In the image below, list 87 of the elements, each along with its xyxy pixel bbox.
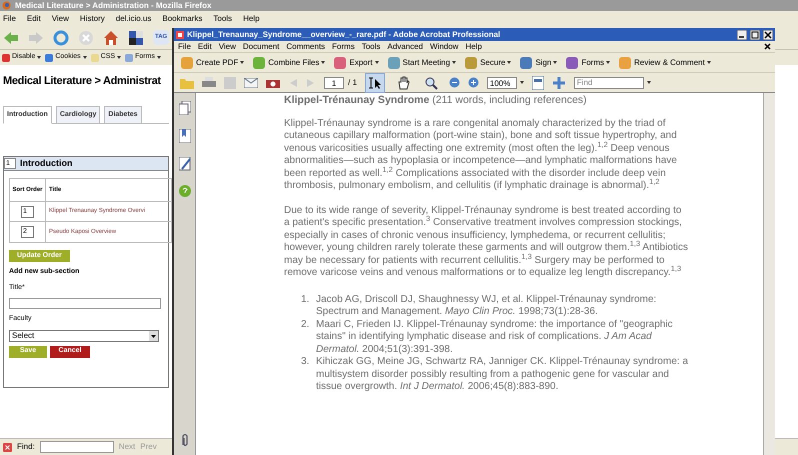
zoom-in-icon[interactable] xyxy=(468,77,479,88)
toolbar-button[interactable]: Start Meeting xyxy=(386,56,456,70)
minimize-icon[interactable] xyxy=(737,30,747,40)
faculty-select[interactable]: Select xyxy=(9,330,159,342)
menu-item[interactable]: Tools xyxy=(213,12,232,24)
caret-icon xyxy=(82,55,87,60)
menu-item[interactable]: File xyxy=(178,40,191,52)
printer-icon[interactable] xyxy=(202,76,216,88)
menu-item[interactable]: Tools xyxy=(362,40,380,52)
firefox-logo-icon xyxy=(2,1,11,10)
tool-button[interactable] xyxy=(364,72,385,92)
maximize-icon[interactable] xyxy=(750,30,760,40)
zoom-out-icon[interactable] xyxy=(448,77,460,88)
menu-item[interactable]: Help xyxy=(243,12,260,24)
toolbar-button[interactable]: Create PDF xyxy=(180,56,244,70)
menu-item[interactable]: View xyxy=(218,40,236,52)
menu-item[interactable]: Bookmarks xyxy=(162,12,202,24)
caret-icon[interactable] xyxy=(520,80,524,85)
toolbar-button[interactable]: Forms xyxy=(565,56,610,70)
menu-item[interactable]: Help xyxy=(465,40,482,52)
document-icon xyxy=(176,30,184,38)
menu-item[interactable]: Edit xyxy=(198,40,212,52)
menu-item[interactable]: Advanced xyxy=(387,40,423,52)
menu-item[interactable]: Comments xyxy=(286,40,326,52)
menu-item[interactable]: Window xyxy=(430,40,458,52)
paragraph: Klippel-Trénaunay syndrome is a rare congenital anomaly characterized by the triad of cutaneous capillary malformation (port-wine stain), bone and soft tissue hypertrophy, and venous varicosities usually affecting one extremity (most often the leg).$^{1,2}$ Deep venous abnormalities—such as hypoplasia or incompetence—and lymphatic malformations have been reported as well.$^{1,2}$ Complications associated with the disorder include deep vein thrombosis, pulmonary embolism, and cellulitis (if lymphatic drainage is abnormal).$^{1,2}$ xyxy=(284,118,678,192)
window-title: Medical Literature > Administration - Mozilla Firefox xyxy=(15,2,212,10)
pen-icon[interactable] xyxy=(178,157,190,171)
hand-icon xyxy=(396,76,410,90)
reference: Kihiczak GG, Meine JG, Schwartz RA, Janniger CK. Klippel-Trénaunay syndrome: a multisystem disorder possibly resulting from a pathogenic gene for vascular and tissue overgrowth. Int J Dermatol. 2006;45(8):883-890. xyxy=(316,356,690,394)
caret-icon[interactable] xyxy=(646,80,651,85)
find-field[interactable]: Find xyxy=(574,76,644,88)
zoom-field[interactable]: 100% xyxy=(486,76,517,88)
toolbar-button[interactable]: Review & Comment xyxy=(618,56,711,70)
caret-icon xyxy=(553,60,558,65)
caret-icon xyxy=(37,55,42,60)
caret-icon xyxy=(452,60,456,65)
page-number-field[interactable]: 1 xyxy=(324,76,344,88)
camera-icon[interactable] xyxy=(266,78,280,88)
grid-squares-icon[interactable] xyxy=(128,30,144,46)
list-number: 1. xyxy=(301,294,310,306)
toolbar-button[interactable]: Export xyxy=(333,56,378,70)
menu-item[interactable]: File xyxy=(3,12,16,24)
fit-page-icon[interactable] xyxy=(532,76,544,90)
toolbar-button[interactable]: Secure xyxy=(464,56,512,70)
caret-icon xyxy=(156,55,161,60)
pages-icon[interactable] xyxy=(178,101,190,115)
envelope-icon[interactable] xyxy=(244,78,258,88)
toolbar-button[interactable]: Sign xyxy=(519,56,558,70)
back-arrow-icon[interactable] xyxy=(3,30,19,44)
title-input-field[interactable] xyxy=(9,298,161,309)
caret-icon xyxy=(507,60,512,65)
paperclip-icon[interactable] xyxy=(180,433,190,447)
select-cursor-icon xyxy=(368,76,382,90)
menu-item[interactable]: Edit xyxy=(26,12,41,24)
menu-item[interactable]: View xyxy=(52,12,69,24)
page-heading: Medical Literature > Administrat xyxy=(3,74,162,89)
find-input-field[interactable] xyxy=(40,441,114,453)
menu-item[interactable]: del.icio.us xyxy=(116,12,152,24)
caret-icon xyxy=(374,60,378,65)
document-heading: Klippel-Trénaunay Syndrome (211 words, including references) xyxy=(284,94,588,106)
page-count: / 1 xyxy=(348,76,357,88)
caret-icon xyxy=(240,60,244,65)
caret-icon xyxy=(706,60,711,65)
help-icon[interactable] xyxy=(178,185,190,197)
section-title: Introduction xyxy=(20,156,72,170)
list-number: 3. xyxy=(301,356,310,369)
home-icon[interactable] xyxy=(103,30,119,46)
menu-item[interactable]: History xyxy=(80,12,105,24)
window-title: Klippel_Trenaunay_Syndrome__overview_-_rare.pdf - Adobe Acrobat Professional xyxy=(187,28,502,40)
paragraph: Due to its wide range of severity, Klippel-Trénaunay syndrome is best treated according to a patient's specific presentation.$^{3}$ Conservative treatment involves compression stockings, especially in cases of chronic venous insufficiency, lymphedema, or recurrent cellulitis; however, young children rarely tolerate these garments and will outgrow them.$^{1,3}$ Antibiotics may be necessary for patients with recurrent cellulitis.$^{1,3}$ Surgery may be performed to remove varicose veins and venous malformations or to equalize leg length discrepancy.$^{1,3}$ xyxy=(284,204,689,280)
caret-icon xyxy=(606,60,610,65)
close-icon[interactable] xyxy=(764,43,771,50)
caret-icon xyxy=(321,60,326,65)
reference: Maari C, Frieden IJ. Klippel-Trénaunay syndrome: the importance of "geographic stains" in identifying lymphatic disease and risk of complications. J Am Acad Dermatol. 2004;51(3):391-398. xyxy=(316,318,674,356)
zoom-marquee-icon xyxy=(424,76,438,90)
find-label: Find: xyxy=(17,441,35,453)
menu-item[interactable]: Document xyxy=(242,40,280,52)
toolbar-button[interactable]: Combine Files xyxy=(252,56,326,70)
bookmark-icon[interactable] xyxy=(178,129,190,143)
menu-item[interactable]: Forms xyxy=(332,40,355,52)
reload-icon[interactable] xyxy=(53,30,69,46)
reference: Jacob AG, Driscoll DJ, Shaughnessy WJ, et al. Klippel-Trénaunay syndrome: Spectrum and Management. Mayo Clin Proc. 1998;73(1):28-36. xyxy=(316,294,658,318)
caret-icon xyxy=(117,55,122,60)
list-number: 2. xyxy=(301,318,310,332)
fit-width-icon[interactable] xyxy=(552,76,566,90)
close-icon[interactable] xyxy=(763,30,773,40)
